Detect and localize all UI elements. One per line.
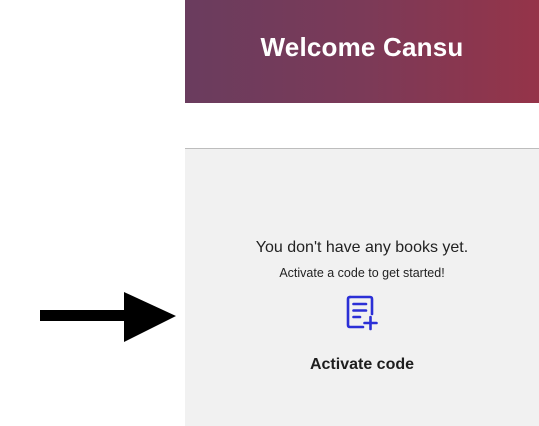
welcome-title: Welcome Cansu (260, 32, 464, 62)
books-panel: You don't have any books yet. Activate a… (185, 148, 539, 426)
activate-code-label: Activate code (309, 356, 415, 373)
screen: Welcome Cansu You don't have any books y… (0, 0, 539, 426)
arrow-right-icon (40, 292, 176, 342)
welcome-header: Welcome Cansu (185, 0, 539, 103)
activate-code-button[interactable]: Activate code (282, 292, 442, 382)
empty-state-message: You don't have any books yet. (255, 239, 469, 256)
document-add-icon (346, 295, 378, 331)
empty-state-hint: Activate a code to get started! (279, 266, 445, 280)
